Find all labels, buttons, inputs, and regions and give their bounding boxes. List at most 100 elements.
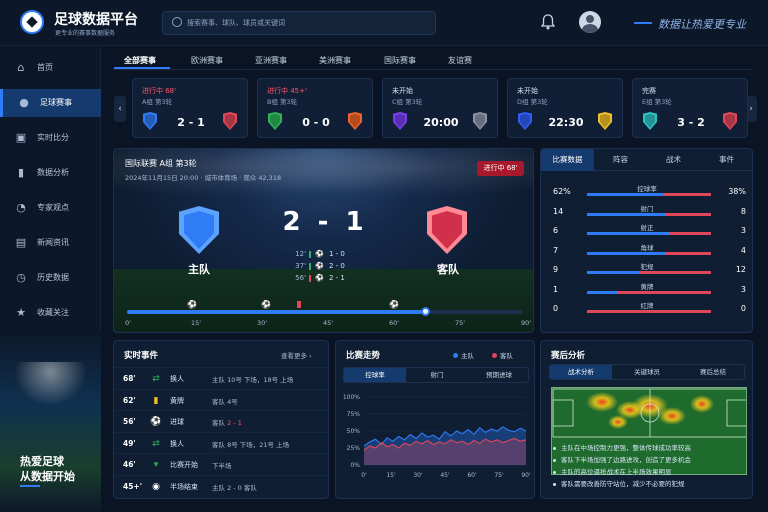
sidebar-item-5[interactable]: ▤ 新闻资讯 [0, 229, 101, 257]
home-crest-icon [179, 206, 219, 254]
sidebar-item-label: 收藏关注 [37, 308, 69, 317]
x-tick-label: 60' [467, 472, 477, 479]
match-group: A组 第3轮 [142, 98, 173, 106]
post-tabs: 战术分析 关键球员 赛后总结 [549, 364, 745, 380]
stat-row: 7 4 角球 [541, 242, 752, 261]
away-team-name: 客队 [437, 263, 459, 276]
tab-region-0[interactable]: 全部赛事 [124, 55, 156, 66]
event-row[interactable]: 45+' ◉ 半场结束 主队 2 - 0 客队 [114, 474, 328, 497]
tab-shots[interactable]: 射门 [406, 368, 468, 382]
sidebar-item-label: 专家观点 [37, 203, 69, 212]
sidebar-promo: 热爱足球 从数据开始 [0, 332, 101, 512]
tab-region-5[interactable]: 友谊赛 [448, 55, 472, 66]
match-card[interactable]: 完赛 E组 第3轮 3 - 2 [632, 78, 748, 138]
event-row[interactable]: 62' ▮ 黄牌 客队 4号 [114, 388, 328, 411]
goal-ball-icon: ⚽ [150, 417, 162, 427]
star-icon: ★ [16, 306, 26, 319]
sidebar-item-3[interactable]: ▮ 数据分析 [0, 159, 101, 187]
promo-accent [20, 485, 40, 487]
featured-match-panel: 国际联赛 A组 第3轮 2024年11月15日 20:00 · 城市体育场 · … [113, 148, 534, 333]
stat-home-value: 62% [553, 187, 571, 196]
analysis-bullet: 客队需要改善防守站位，减少不必要的犯规 [553, 478, 749, 490]
stats-tab-3[interactable]: 事件 [700, 149, 752, 171]
match-card[interactable]: 进行中 45+' B组 第3轮 0 - 0 [257, 78, 373, 138]
sidebar: ⌂ 首页 ● 足球赛事 ▣ 实时比分 ▮ 数据分析 ◔ 专家观点 ▤ 新闻资讯 ◷ 历史数据 ★ 收藏关注 热… [0, 47, 101, 512]
match-meta: 2024年11月15日 20:00 · 城市体育场 · 观众 42,318 [125, 174, 282, 182]
timeline-tick: 15' [191, 319, 202, 327]
stat-row: 62% 38% 控球率 [541, 183, 752, 202]
tab-region-2[interactable]: 亚洲赛事 [255, 55, 287, 66]
bell-icon[interactable] [541, 14, 555, 30]
prev-arrow-button[interactable]: ‹ [114, 96, 126, 122]
event-row[interactable]: 68' ⇄ 换人 主队 10号 下场，18号 上场 [114, 367, 328, 389]
match-timeline[interactable] [127, 307, 523, 316]
sidebar-item-0[interactable]: ⌂ 首页 [0, 54, 101, 82]
legend-label: 主队 [461, 352, 474, 360]
match-score: 3 - 2 [677, 116, 705, 129]
stat-label: 红牌 [640, 302, 654, 310]
tab-region-3[interactable]: 美洲赛事 [319, 55, 351, 66]
stat-home-value: 1 [553, 284, 559, 294]
stat-bar-away [665, 251, 711, 255]
stats-tab-1[interactable]: 阵容 [594, 149, 647, 171]
sidebar-item-4[interactable]: ◔ 专家观点 [0, 194, 101, 222]
event-minute: 49' [123, 438, 136, 448]
event-row[interactable]: 49' ⇄ 换人 客队 8号 下场，21号 上场 [114, 431, 328, 454]
home-team-name: 主队 [188, 263, 210, 276]
soccer-ball-logo-icon [20, 10, 44, 34]
sidebar-item-6[interactable]: ◷ 历史数据 [0, 264, 101, 292]
events-title: 实时事件 [124, 351, 159, 361]
yellow-card-icon: ▮ [153, 395, 159, 406]
sidebar-item-2[interactable]: ▣ 实时比分 [0, 124, 101, 152]
tab-key-players[interactable]: 关键球员 [616, 365, 678, 379]
active-tab-indicator [114, 67, 170, 69]
search-box[interactable] [162, 11, 436, 35]
stat-bar-away [669, 232, 711, 235]
goal-side-marker [309, 263, 311, 270]
sidebar-item-1[interactable]: ● 足球赛事 [0, 89, 101, 117]
promo-line-1: 热爱足球 [20, 455, 64, 468]
app-title: 足球数据平台 [54, 12, 138, 28]
view-more-link[interactable]: 查看更多 › [281, 350, 312, 360]
tab-tactics[interactable]: 战术分析 [550, 365, 612, 379]
match-group: D组 第3轮 [517, 98, 548, 106]
event-type: 黄牌 [170, 396, 184, 405]
stat-row: 9 12 犯规 [541, 261, 752, 280]
stats-tab-2[interactable]: 战术 [647, 149, 700, 171]
tab-region-4[interactable]: 国际赛事 [384, 55, 416, 66]
legend-away: 客队 [492, 350, 513, 360]
promo-line-2: 从数据开始 [20, 470, 75, 483]
stat-label: 角球 [640, 243, 654, 252]
top-bar: 足球数据平台 更专业的赛事数据服务 数据让热爱更专业 [0, 0, 768, 46]
tab-possession[interactable]: 控球率 [344, 368, 406, 382]
history-icon: ◷ [16, 271, 26, 284]
stats-tab-0[interactable]: 比赛数据 [541, 149, 594, 171]
home-crest-icon [268, 112, 282, 130]
tab-summary[interactable]: 赛后总结 [682, 365, 744, 379]
away-crest-icon [723, 112, 737, 130]
search-input[interactable] [187, 15, 427, 31]
match-card[interactable]: 进行中 68' A组 第3轮 2 - 1 [132, 78, 248, 138]
stat-label: 犯规 [640, 263, 654, 271]
home-crest-icon [393, 112, 407, 130]
timeline-tick: 90' [521, 319, 532, 327]
kickoff-icon: ▾ [153, 460, 159, 470]
sidebar-item-7[interactable]: ★ 收藏关注 [0, 299, 101, 327]
event-detail-text: 客队 8号 下场，21号 上场 [212, 440, 290, 449]
avatar[interactable] [579, 11, 601, 33]
tab-region-1[interactable]: 欧洲赛事 [191, 55, 223, 66]
y-tick-label: 0% [350, 462, 360, 469]
stat-away-value: 3 [740, 226, 746, 235]
goal-marker-icon: ⚽ [187, 300, 197, 309]
away-crest-icon [473, 112, 487, 130]
tab-xg[interactable]: 预期进球 [468, 368, 530, 382]
match-status: 进行中 68' [142, 87, 177, 95]
analysis-bullet: 主队在中场控制力更强，整体传球成功率较高 [553, 442, 749, 454]
event-row[interactable]: 46' ▾ 比赛开始 下半场 [114, 453, 328, 475]
match-card[interactable]: 未开始 D组 第3轮 22:30 [507, 78, 623, 138]
event-row[interactable]: 56' ⚽ 进球 客队 2 - 1 [114, 410, 328, 432]
match-card[interactable]: 未开始 C组 第3轮 20:00 [382, 78, 498, 138]
y-tick-label: 100% [343, 394, 360, 401]
goal-score: 2 - 0 [329, 262, 345, 270]
card-marker-icon [297, 301, 301, 308]
